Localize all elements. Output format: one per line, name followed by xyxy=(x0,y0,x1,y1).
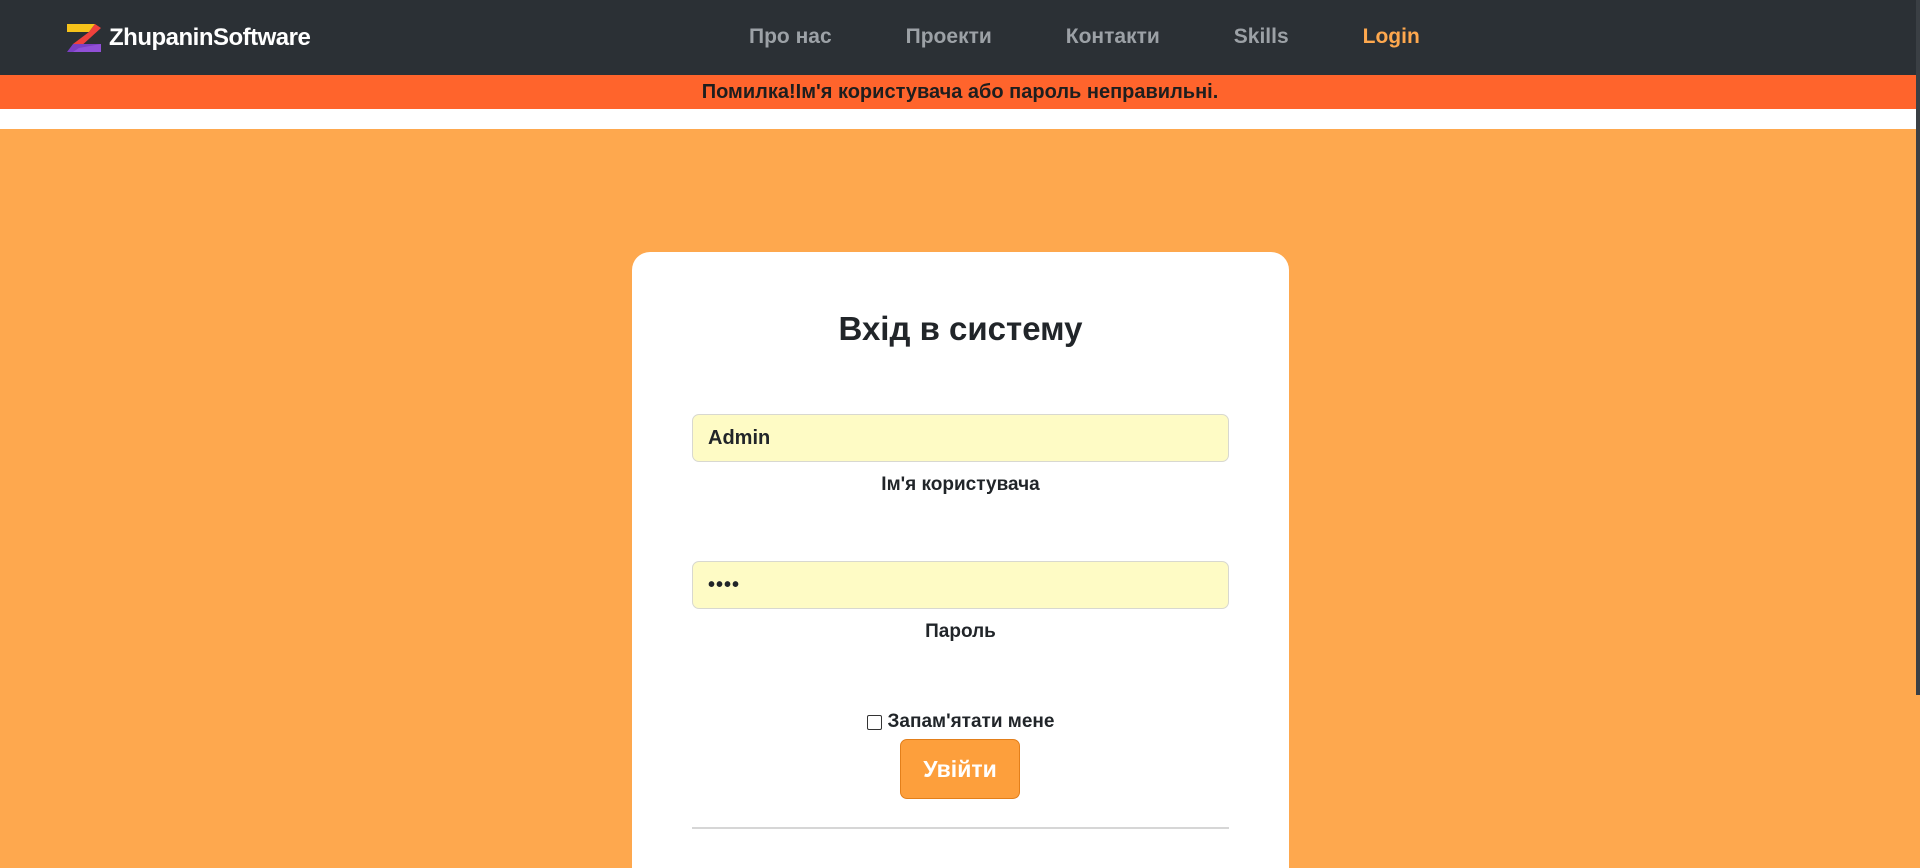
form-divider xyxy=(692,827,1229,829)
nav-link-about[interactable]: Про нас xyxy=(712,24,869,50)
brand-link[interactable]: ZhupaninSoftware xyxy=(65,22,311,54)
error-alert-message: Помилка!Ім'я користувача або пароль непр… xyxy=(701,80,1219,103)
username-label: Ім'я користувача xyxy=(881,474,1040,495)
nav-link-login[interactable]: Login xyxy=(1326,24,1457,50)
error-alert: Помилка!Ім'я користувача або пароль непр… xyxy=(0,75,1920,109)
password-label: Пароль xyxy=(925,621,996,642)
nav-links: Про нас Проекти Контакти Skills Login xyxy=(712,24,1457,50)
navbar: ZhupaninSoftware Про нас Проекти Контакт… xyxy=(0,0,1920,75)
scrollbar[interactable] xyxy=(1916,0,1920,695)
login-card: Вхід в систему Ім'я користувача Пароль З… xyxy=(632,252,1289,868)
nav-link-skills[interactable]: Skills xyxy=(1197,24,1326,50)
nav-link-contacts[interactable]: Контакти xyxy=(1029,24,1197,50)
remember-me-label: Запам'ятати мене xyxy=(887,711,1055,732)
username-input[interactable] xyxy=(692,414,1229,462)
alert-spacer xyxy=(0,109,1920,129)
zhupanin-logo-icon xyxy=(67,24,101,52)
remember-me-row: Запам'ятати мене xyxy=(632,711,1289,733)
nav-link-projects[interactable]: Проекти xyxy=(869,24,1029,50)
login-submit-button[interactable]: Увійти xyxy=(900,739,1020,799)
remember-me-checkbox[interactable] xyxy=(866,714,882,730)
password-input[interactable] xyxy=(692,561,1229,609)
brand-name: ZhupaninSoftware xyxy=(109,24,311,51)
login-title: Вхід в систему xyxy=(838,310,1083,347)
